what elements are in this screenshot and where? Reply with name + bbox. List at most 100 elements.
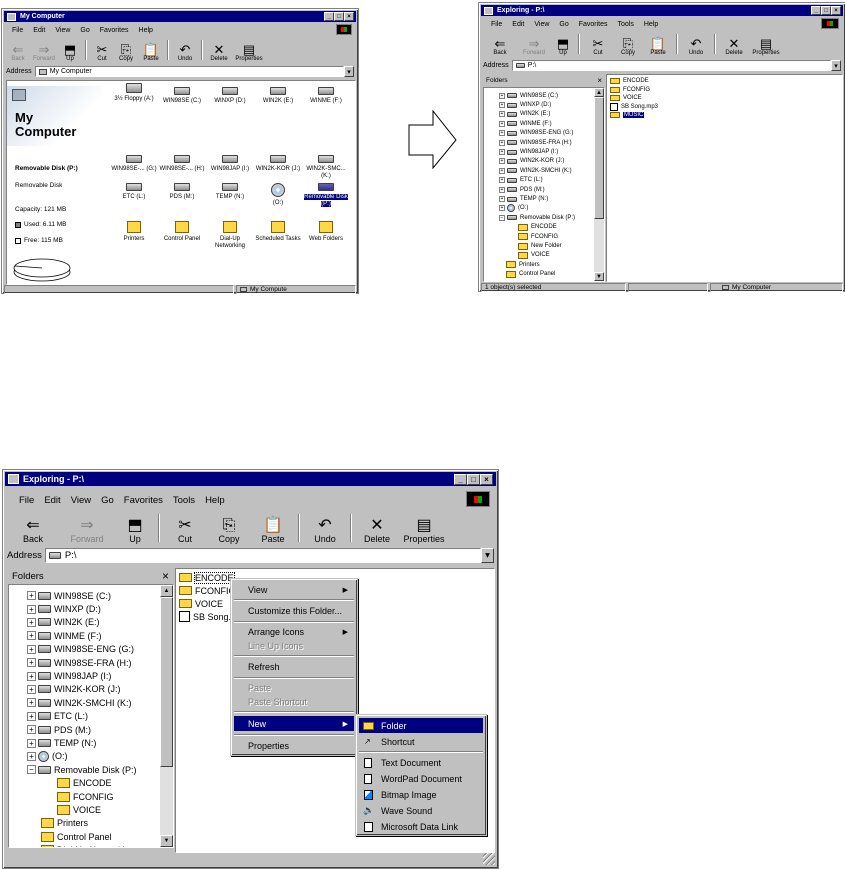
- address-input[interactable]: P:\: [511, 60, 831, 71]
- tree-item[interactable]: VOICE: [57, 803, 101, 816]
- tree-item[interactable]: + WIN98SE (C:): [499, 91, 558, 100]
- drive-icon-item[interactable]: Control Panel: [157, 221, 207, 243]
- tree-item[interactable]: Control Panel: [506, 270, 555, 279]
- submenu-item-wave-sound[interactable]: 🔉 Wave Sound: [359, 803, 483, 818]
- maximize-button[interactable]: □: [467, 474, 480, 485]
- copy-button[interactable]: ⎘ Copy: [613, 37, 643, 56]
- menu-help[interactable]: Help: [139, 27, 153, 34]
- scroll-down-button[interactable]: ▼: [594, 272, 604, 281]
- tree-item[interactable]: ENCODE: [518, 223, 557, 232]
- expand-icon[interactable]: +: [499, 186, 505, 193]
- paste-button[interactable]: 📋 Paste: [251, 518, 295, 545]
- tree-item[interactable]: + TEMP (N:): [499, 194, 548, 203]
- maximize-button[interactable]: □: [334, 12, 344, 21]
- folder-item[interactable]: VOICE: [179, 597, 223, 610]
- drive-icon-item[interactable]: WIN98SE-... (G:): [109, 155, 159, 173]
- close-pane-icon[interactable]: ×: [597, 76, 602, 85]
- scroll-thumb[interactable]: [160, 597, 173, 767]
- folder-item[interactable]: ENCODE: [610, 77, 649, 86]
- properties-button[interactable]: ▤ Properties: [399, 518, 449, 545]
- menu-file[interactable]: File: [12, 27, 23, 34]
- expand-icon[interactable]: +: [27, 644, 36, 654]
- expand-icon[interactable]: +: [27, 631, 36, 641]
- tree-item[interactable]: + WINXP (D:): [27, 602, 101, 615]
- expand-icon[interactable]: +: [27, 751, 36, 761]
- tree-item[interactable]: + WIN98SE-FRA (H:): [499, 138, 572, 147]
- drive-icon-item[interactable]: 3½ Floppy (A:): [109, 83, 159, 103]
- undo-button[interactable]: ↶ Undo: [303, 518, 347, 545]
- submenu-item-shortcut[interactable]: ↗ Shortcut: [359, 734, 483, 749]
- drive-icon-item[interactable]: WINME (F:): [301, 87, 351, 105]
- collapse-icon[interactable]: −: [499, 214, 505, 221]
- close-button[interactable]: ×: [344, 12, 354, 21]
- tree-item[interactable]: − Removable Disk (P:): [499, 213, 575, 222]
- menu-view[interactable]: View: [55, 27, 70, 34]
- expand-icon[interactable]: +: [27, 711, 36, 721]
- expand-icon[interactable]: +: [499, 149, 505, 156]
- expand-icon[interactable]: +: [499, 167, 505, 174]
- tree-item[interactable]: + WIN98JAP (I:): [27, 669, 111, 682]
- drive-icon-item[interactable]: TEMP (N:): [205, 183, 255, 201]
- tree-item[interactable]: + (O:): [499, 204, 528, 213]
- expand-icon[interactable]: +: [499, 139, 505, 146]
- tree-item[interactable]: + WIN98SE (C:): [27, 589, 111, 602]
- drive-icon-item[interactable]: Web Folders: [301, 221, 351, 243]
- delete-button[interactable]: ✕ Delete: [206, 43, 232, 62]
- tree-item[interactable]: + WINME (F:): [27, 629, 102, 642]
- properties-button[interactable]: ▤ Properties: [232, 43, 266, 62]
- tree-item[interactable]: VOICE: [518, 251, 550, 260]
- tree-item[interactable]: + PDS (M:): [27, 723, 91, 736]
- drive-icon-item[interactable]: WIN2K-SMC... (K:): [301, 155, 351, 179]
- tree-item[interactable]: Dial-Up Networking: [41, 844, 135, 847]
- address-input[interactable]: My Computer: [34, 66, 344, 77]
- menu-item-new[interactable]: New ▶: [234, 716, 354, 731]
- drive-icon-item[interactable]: WIN2K (E:): [253, 87, 303, 105]
- tree-item[interactable]: + WINME (F:): [499, 119, 552, 128]
- forward-button[interactable]: ⇒ Forward: [59, 518, 115, 545]
- drive-icon-item[interactable]: WIN2K-KOR (J:): [253, 155, 303, 173]
- cut-button[interactable]: ✂ Cut: [163, 518, 207, 545]
- menu-item-arrange-icons[interactable]: Arrange Icons ▶: [234, 625, 354, 639]
- drive-icon-item[interactable]: WINXP (D:): [205, 87, 255, 105]
- tree-item[interactable]: + WIN2K-KOR (J:): [27, 683, 121, 696]
- tree-item[interactable]: + ETC (L:): [499, 176, 543, 185]
- expand-icon[interactable]: +: [27, 604, 36, 614]
- menu-file[interactable]: File: [491, 21, 502, 28]
- expand-icon[interactable]: +: [27, 658, 36, 668]
- tree-item[interactable]: New Folder: [518, 241, 562, 250]
- menu-help[interactable]: Help: [205, 495, 225, 506]
- expand-icon[interactable]: +: [27, 617, 36, 627]
- paste-button[interactable]: 📋 Paste: [643, 37, 673, 56]
- menu-help[interactable]: Help: [644, 21, 658, 28]
- resize-grip-icon[interactable]: [483, 853, 495, 865]
- up-button[interactable]: ⬒ Up: [115, 518, 155, 545]
- tree-item[interactable]: − Removable Disk (P:): [27, 763, 137, 776]
- drive-icon-item[interactable]: Removable Disk (P:): [301, 183, 351, 207]
- expand-icon[interactable]: +: [499, 120, 505, 127]
- tree-item[interactable]: + (O:): [27, 750, 68, 763]
- cut-button[interactable]: ✂ Cut: [90, 43, 114, 62]
- forward-button[interactable]: ⇒ Forward: [30, 43, 58, 62]
- drive-icon-item[interactable]: WIN98SE-... (H:): [157, 155, 207, 173]
- menu-go[interactable]: Go: [80, 27, 89, 34]
- menu-favorites[interactable]: Favorites: [124, 495, 163, 506]
- scroll-up-button[interactable]: ▲: [594, 88, 604, 97]
- menu-item-customize-folder[interactable]: Customize this Folder...: [234, 603, 354, 618]
- menu-item-properties[interactable]: Properties: [234, 738, 354, 753]
- folder-item[interactable]: VOICE: [610, 94, 642, 103]
- minimize-button[interactable]: _: [811, 6, 821, 15]
- back-button[interactable]: ⇐ Back: [483, 37, 517, 56]
- submenu-item-wordpad-document[interactable]: WordPad Document: [359, 771, 483, 786]
- properties-button[interactable]: ▤ Properties: [749, 37, 783, 56]
- file-item[interactable]: SB Song.mp3: [610, 102, 658, 112]
- expand-icon[interactable]: +: [499, 177, 505, 184]
- minimize-button[interactable]: _: [454, 474, 467, 485]
- undo-button[interactable]: ↶ Undo: [681, 37, 711, 56]
- back-button[interactable]: ⇐ Back: [7, 518, 59, 545]
- expand-icon[interactable]: +: [27, 738, 36, 748]
- submenu-item-bitmap-image[interactable]: Bitmap Image: [359, 787, 483, 802]
- tree-item[interactable]: + WIN98JAP (I:): [499, 147, 558, 156]
- expand-icon[interactable]: +: [499, 130, 505, 137]
- drive-icon-item[interactable]: Scheduled Tasks: [253, 221, 303, 243]
- drive-icon-item[interactable]: WIN98JAP (I:): [205, 155, 255, 173]
